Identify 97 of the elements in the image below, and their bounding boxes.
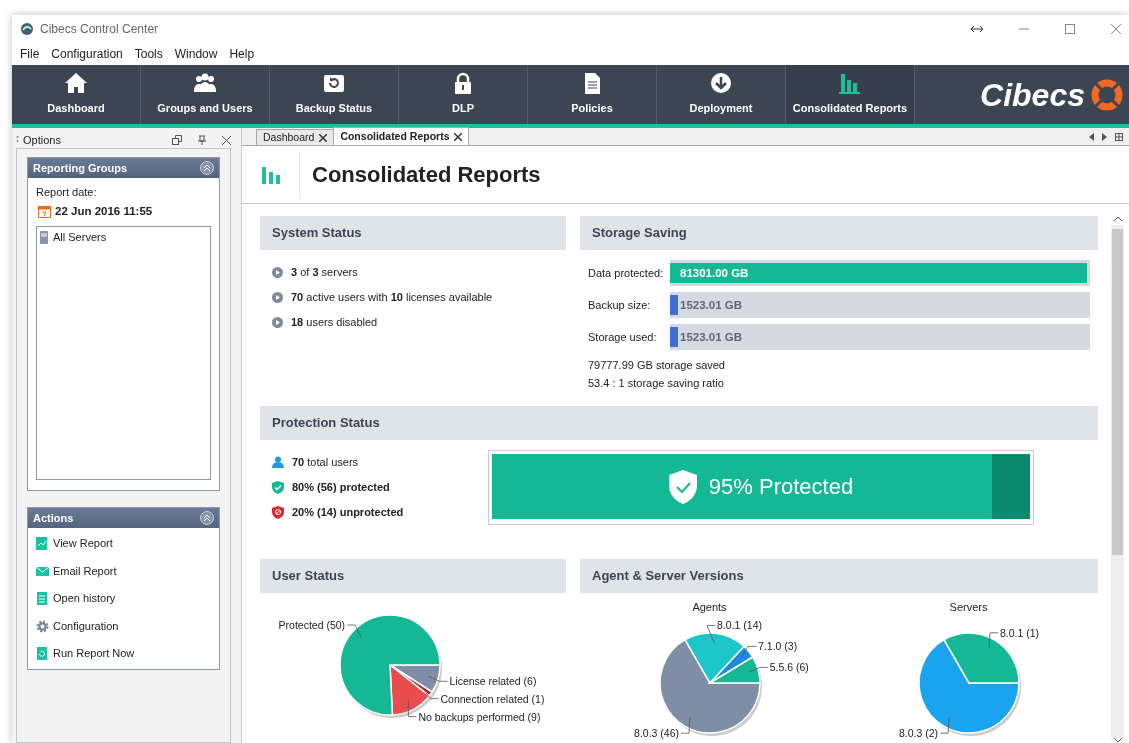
close-icon[interactable] bbox=[454, 132, 463, 141]
page-title: Consolidated Reports bbox=[312, 161, 541, 189]
leader-line bbox=[407, 699, 417, 717]
bar-label: Storage used: bbox=[588, 329, 658, 345]
toolbar-button[interactable]: Consolidated Reports bbox=[786, 65, 915, 124]
panel-heading: Actions bbox=[33, 510, 74, 526]
download-icon bbox=[709, 72, 733, 96]
bar-value: 81301.00 GB bbox=[680, 266, 749, 281]
section-heading: Agent & Server Versions bbox=[580, 558, 1098, 593]
section-heading: Storage Saving bbox=[580, 216, 1098, 250]
storage-note: 53.4 : 1 storage saving ratio bbox=[588, 376, 725, 391]
section-heading: System Status bbox=[260, 216, 566, 250]
leader-line bbox=[706, 625, 715, 644]
section-heading: Protection Status bbox=[260, 406, 1098, 440]
bar-chart-icon bbox=[260, 165, 281, 184]
slice-label: 7.1.0 (3) bbox=[757, 640, 797, 653]
slice-label: License related (6) bbox=[449, 674, 537, 687]
slice-label: Protected (50) bbox=[278, 618, 346, 631]
shield-check-icon bbox=[668, 469, 697, 504]
refresh-icon bbox=[36, 647, 49, 660]
menu-item[interactable]: Configuration bbox=[51, 45, 123, 63]
menu-item[interactable]: Help bbox=[229, 45, 255, 63]
bar-label: Data protected: bbox=[588, 265, 665, 281]
slice-label: 5.5.6 (6) bbox=[769, 661, 809, 674]
list-item[interactable]: All Servers bbox=[53, 228, 107, 246]
report-date: 22 Jun 2016 11:55 bbox=[55, 203, 153, 219]
panel-heading: Reporting Groups bbox=[33, 160, 128, 176]
bar-value: 1523.01 GB bbox=[680, 298, 742, 313]
scroll-up-icon[interactable] bbox=[1113, 216, 1122, 221]
section-heading: User Status bbox=[260, 558, 566, 593]
menu-item[interactable]: Window bbox=[174, 45, 218, 63]
bar-value: 1523.01 GB bbox=[680, 330, 742, 345]
shield-check-icon bbox=[272, 481, 284, 494]
app-icon bbox=[20, 22, 34, 36]
status-text: 70 active users with 10 licenses available bbox=[291, 290, 493, 306]
logo-text: Cibecs bbox=[980, 75, 1085, 115]
leader-line bbox=[422, 687, 439, 699]
slice-label: 8.0.3 (2) bbox=[898, 727, 938, 740]
protection-text: 70 total users bbox=[292, 455, 359, 471]
slice-label: 8.0.1 (1) bbox=[999, 626, 1039, 639]
chart-title: Servers bbox=[949, 599, 988, 615]
action-link[interactable]: Configuration bbox=[36, 612, 119, 640]
chart-icon bbox=[36, 537, 49, 550]
menu-item[interactable]: File bbox=[20, 45, 40, 63]
leader-line bbox=[988, 632, 998, 649]
leader-line bbox=[740, 646, 756, 659]
collapse-icon[interactable] bbox=[200, 161, 214, 175]
slice-label: 8.0.3 (46) bbox=[633, 727, 679, 740]
scroll-down-icon[interactable] bbox=[1113, 738, 1122, 743]
menu-item[interactable]: Tools bbox=[134, 45, 163, 63]
restore-icon[interactable] bbox=[172, 135, 182, 145]
action-link[interactable]: Email Report bbox=[36, 557, 117, 585]
leader-line bbox=[428, 675, 448, 682]
logo-icon bbox=[1091, 78, 1123, 111]
leader-line bbox=[939, 717, 949, 734]
slice-label: Connection related (1) bbox=[440, 692, 545, 705]
grip-icon bbox=[16, 135, 19, 145]
shield-blocked-icon bbox=[272, 506, 284, 519]
tab[interactable]: Dashboard bbox=[256, 129, 335, 145]
scroll-right-icon[interactable] bbox=[1102, 132, 1107, 141]
scroll-left-icon[interactable] bbox=[1089, 132, 1094, 141]
scrollbar-thumb[interactable] bbox=[1112, 229, 1123, 555]
bar-label: Backup size: bbox=[588, 297, 652, 313]
leader-line bbox=[680, 717, 690, 734]
status-text: 18 users disabled bbox=[291, 315, 378, 331]
slice-label: 8.0.1 (14) bbox=[716, 619, 762, 632]
tab[interactable]: Consolidated Reports bbox=[333, 127, 470, 145]
slice-label: No backups performed (9) bbox=[418, 710, 541, 723]
close-icon[interactable] bbox=[222, 135, 231, 145]
protection-text: 80% (56) protected bbox=[292, 480, 390, 496]
close-icon[interactable] bbox=[319, 133, 328, 142]
window-title: Cibecs Control Center bbox=[40, 21, 160, 38]
action-link[interactable]: Run Report Now bbox=[36, 639, 135, 668]
action-link[interactable]: Open history bbox=[36, 584, 116, 613]
leader-line bbox=[747, 667, 768, 673]
chart-title: Agents bbox=[692, 599, 727, 615]
storage-note: 79777.99 GB storage saved bbox=[588, 358, 726, 373]
action-link[interactable]: View Report bbox=[36, 529, 113, 558]
report-date-label: Report date: bbox=[35, 185, 98, 200]
document-icon bbox=[36, 592, 49, 605]
tab-list-icon[interactable] bbox=[1115, 132, 1123, 141]
bar-chart-icon bbox=[838, 72, 862, 96]
protection-text: 20% (14) unprotected bbox=[292, 505, 404, 521]
pin-icon[interactable] bbox=[198, 135, 206, 145]
gear-icon bbox=[36, 619, 49, 633]
panel-title: Options bbox=[23, 132, 62, 148]
resize-arrows-icon bbox=[971, 25, 983, 33]
meter-label: 95% Protected bbox=[708, 473, 854, 501]
house-icon bbox=[64, 72, 88, 96]
leader-line bbox=[346, 624, 362, 638]
user-icon bbox=[272, 456, 284, 469]
calendar-icon bbox=[38, 204, 51, 219]
maximize-icon[interactable] bbox=[1065, 24, 1075, 34]
status-text: 3 of 3 servers bbox=[291, 265, 358, 281]
envelope-icon bbox=[36, 564, 49, 578]
server-icon bbox=[39, 230, 49, 244]
collapse-icon[interactable] bbox=[200, 510, 214, 525]
